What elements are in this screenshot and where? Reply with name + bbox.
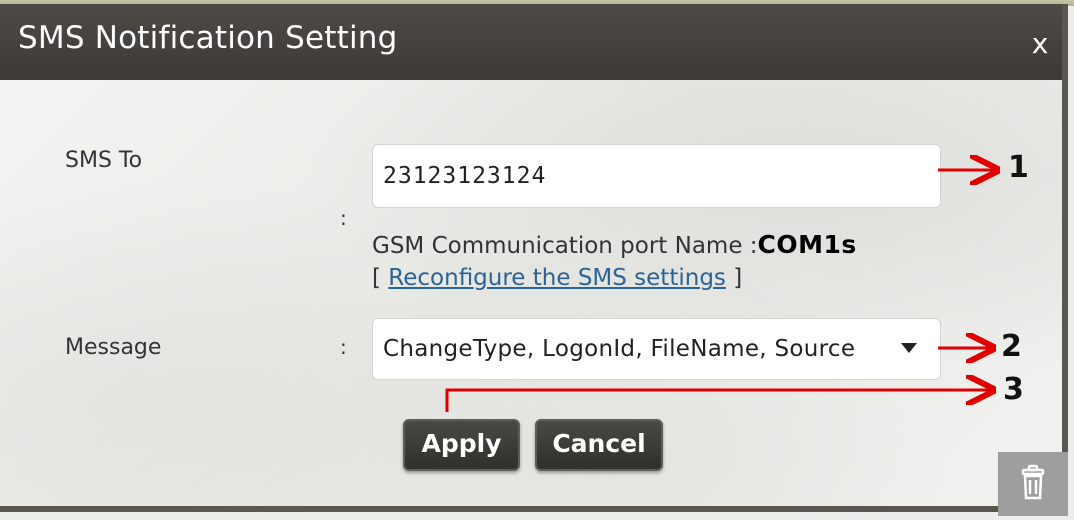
callout-number-2: 2 [1001, 329, 1022, 364]
callout-number-3: 3 [1003, 372, 1024, 407]
callout-number-1: 1 [1008, 150, 1029, 185]
callout-arrow-3 [445, 390, 990, 412]
annotation-arrows [445, 0, 1074, 412]
